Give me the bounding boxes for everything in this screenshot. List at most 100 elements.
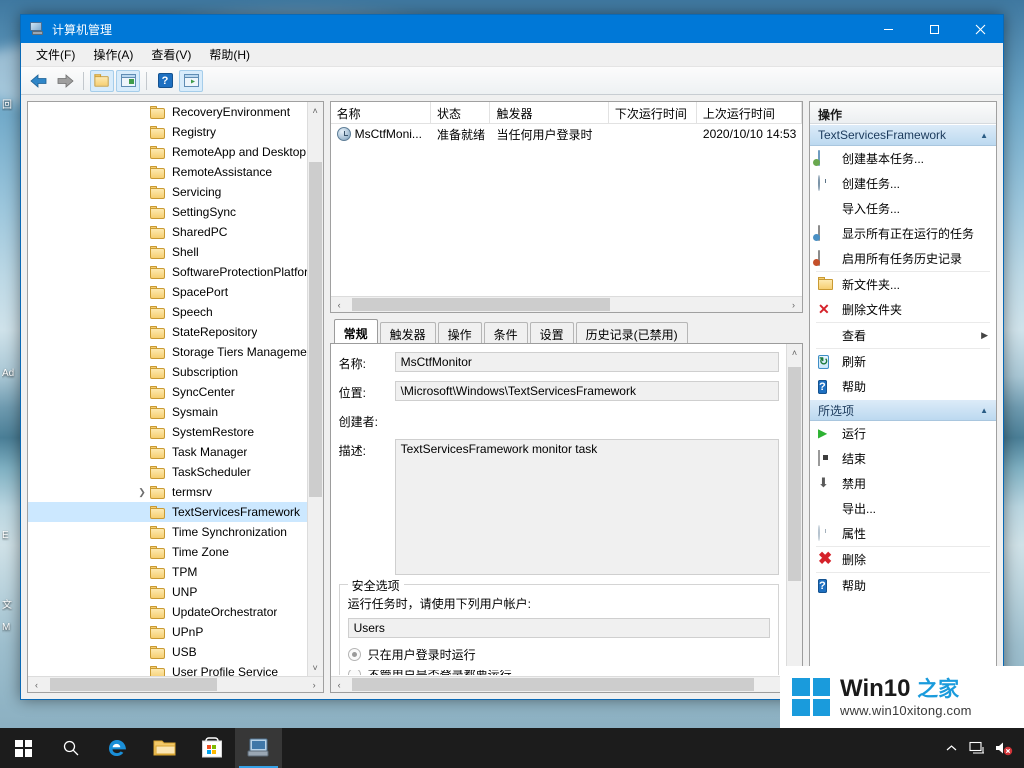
tab-2[interactable]: 触发器 bbox=[380, 322, 436, 343]
tree-item[interactable]: SettingSync bbox=[28, 202, 307, 222]
menu-action[interactable]: 操作(A) bbox=[84, 43, 142, 66]
collapse-chevron-icon[interactable]: ▲ bbox=[980, 406, 988, 415]
task-list-rows[interactable]: MsCtfMoni...准备就绪当任何用户登录时2020/10/10 14:53 bbox=[331, 124, 802, 296]
tree-item[interactable]: SoftwareProtectionPlatform bbox=[28, 262, 307, 282]
tree-item[interactable]: RemoteApp and Desktop C bbox=[28, 142, 307, 162]
action-item[interactable]: 启用所有任务历史记录 bbox=[810, 246, 996, 271]
tree-horizontal-scrollbar[interactable]: ‹ › bbox=[28, 676, 323, 692]
close-button[interactable] bbox=[957, 15, 1003, 43]
tab-4[interactable]: 条件 bbox=[484, 322, 528, 343]
tree-item[interactable]: Time Zone bbox=[28, 542, 307, 562]
volume-muted-button[interactable] bbox=[990, 728, 1016, 768]
tree-scroll-thumb[interactable] bbox=[309, 162, 322, 497]
show-hidden-icons-button[interactable] bbox=[938, 728, 964, 768]
edge-button[interactable] bbox=[94, 728, 141, 768]
action-item[interactable]: 创建基本任务... bbox=[810, 146, 996, 171]
tree-item[interactable]: Time Synchronization bbox=[28, 522, 307, 542]
tab-6[interactable]: 历史记录(已禁用) bbox=[576, 322, 688, 343]
tree-item[interactable]: TextServicesFramework bbox=[28, 502, 307, 522]
action-item[interactable]: 导入任务... bbox=[810, 196, 996, 221]
menu-help[interactable]: 帮助(H) bbox=[200, 43, 259, 66]
tree-item[interactable]: Sysmain bbox=[28, 402, 307, 422]
column-header[interactable]: 名称 bbox=[331, 102, 431, 123]
action-item[interactable]: 结束 bbox=[810, 446, 996, 471]
microsoft-store-button[interactable] bbox=[188, 728, 235, 768]
detail-scroll-thumb[interactable] bbox=[788, 367, 801, 581]
back-arrow-icon[interactable] bbox=[27, 70, 51, 92]
detail-hscroll-track[interactable] bbox=[348, 677, 785, 692]
tree-item[interactable]: User Profile Service bbox=[28, 662, 307, 676]
help-icon[interactable]: ? bbox=[153, 70, 177, 92]
scroll-down-arrow-icon[interactable]: ˅ bbox=[308, 659, 323, 676]
tree-hscroll-thumb[interactable] bbox=[50, 678, 217, 691]
tree-item[interactable]: StateRepository bbox=[28, 322, 307, 342]
tree-item[interactable]: Servicing bbox=[28, 182, 307, 202]
actions-group-selected-item[interactable]: 所选项▲ bbox=[810, 399, 996, 421]
column-header[interactable]: 上次运行时间 bbox=[697, 102, 802, 123]
radio-selected-icon[interactable] bbox=[348, 648, 361, 661]
run-only-when-logged-on-option[interactable]: 只在用户登录时运行 bbox=[348, 646, 770, 663]
action-item[interactable]: 查看▶ bbox=[810, 323, 996, 348]
start-button[interactable] bbox=[0, 728, 47, 768]
tree-hscroll-track[interactable] bbox=[45, 677, 306, 692]
scroll-up-arrow-icon[interactable]: ˄ bbox=[787, 344, 802, 361]
action-item[interactable]: 导出... bbox=[810, 496, 996, 521]
file-explorer-button[interactable] bbox=[141, 728, 188, 768]
task-hscroll-track[interactable] bbox=[348, 297, 785, 312]
tree-item[interactable]: SpacePort bbox=[28, 282, 307, 302]
action-item[interactable]: ▶运行 bbox=[810, 421, 996, 446]
scroll-up-arrow-icon[interactable]: ˄ bbox=[308, 102, 323, 119]
tab-5[interactable]: 设置 bbox=[530, 322, 574, 343]
tree-vertical-scrollbar[interactable]: ˄ ˅ bbox=[307, 102, 323, 676]
expand-chevron-icon[interactable]: ❯ bbox=[136, 482, 148, 502]
scroll-right-arrow-icon[interactable]: › bbox=[306, 677, 323, 692]
tree-item[interactable]: UpdateOrchestrator bbox=[28, 602, 307, 622]
task-detail-tabs[interactable]: 常规触发器操作条件设置历史记录(已禁用) bbox=[330, 319, 803, 343]
column-header[interactable]: 状态 bbox=[431, 102, 491, 123]
detail-scroll-track[interactable] bbox=[787, 361, 802, 675]
task-name-field[interactable]: MsCtfMonitor bbox=[395, 352, 779, 372]
collapse-chevron-icon[interactable]: ▲ bbox=[980, 131, 988, 140]
tree-item[interactable]: RecoveryEnvironment bbox=[28, 102, 307, 122]
show-hide-tree-icon[interactable] bbox=[116, 70, 140, 92]
actions-group-folder[interactable]: TextServicesFramework▲ bbox=[810, 124, 996, 146]
minimize-button[interactable] bbox=[865, 15, 911, 43]
tree-item[interactable]: RemoteAssistance bbox=[28, 162, 307, 182]
tree-item[interactable]: Task Manager bbox=[28, 442, 307, 462]
action-item[interactable]: 属性 bbox=[810, 521, 996, 546]
task-list-header[interactable]: 名称状态触发器下次运行时间上次运行时间 bbox=[331, 102, 802, 124]
tree-item[interactable]: SystemRestore bbox=[28, 422, 307, 442]
action-item[interactable]: 新文件夹... bbox=[810, 272, 996, 297]
scroll-left-arrow-icon[interactable]: ‹ bbox=[331, 297, 348, 312]
action-item[interactable]: ?帮助 bbox=[810, 573, 996, 598]
computer-management-button[interactable] bbox=[235, 728, 282, 768]
run-whether-logged-on-option[interactable]: 不管用户是否登录都要运行 bbox=[348, 670, 770, 675]
tree-scroll-track[interactable] bbox=[308, 119, 323, 659]
radio-unselected-icon[interactable] bbox=[348, 670, 361, 675]
tree-item[interactable]: USB bbox=[28, 642, 307, 662]
search-button[interactable] bbox=[47, 728, 94, 768]
task-list-horizontal-scrollbar[interactable]: ‹ › bbox=[331, 296, 802, 312]
tree-item[interactable]: TPM bbox=[28, 562, 307, 582]
detail-vertical-scrollbar[interactable]: ˄ ˅ bbox=[786, 344, 802, 692]
action-item[interactable]: ↻刷新 bbox=[810, 349, 996, 374]
tree-item[interactable]: Shell bbox=[28, 242, 307, 262]
action-item[interactable]: ✖删除 bbox=[810, 547, 996, 572]
menu-file[interactable]: 文件(F) bbox=[27, 43, 84, 66]
table-row[interactable]: MsCtfMoni...准备就绪当任何用户登录时2020/10/10 14:53 bbox=[331, 124, 802, 144]
tree-item[interactable]: Speech bbox=[28, 302, 307, 322]
tree-item[interactable]: Subscription bbox=[28, 362, 307, 382]
scroll-left-arrow-icon[interactable]: ‹ bbox=[331, 677, 348, 692]
tree-item[interactable]: TaskScheduler bbox=[28, 462, 307, 482]
task-description-field[interactable]: TextServicesFramework monitor task bbox=[395, 439, 779, 575]
forward-arrow-icon[interactable] bbox=[53, 70, 77, 92]
task-hscroll-thumb[interactable] bbox=[352, 298, 610, 311]
action-item[interactable]: ?帮助 bbox=[810, 374, 996, 399]
tree-item[interactable]: Registry bbox=[28, 122, 307, 142]
network-button[interactable] bbox=[964, 728, 990, 768]
action-item[interactable]: 显示所有正在运行的任务 bbox=[810, 221, 996, 246]
action-item[interactable]: 创建任务... bbox=[810, 171, 996, 196]
action-item[interactable]: ⬇禁用 bbox=[810, 471, 996, 496]
column-header[interactable]: 触发器 bbox=[490, 102, 608, 123]
menu-view[interactable]: 查看(V) bbox=[142, 43, 200, 66]
